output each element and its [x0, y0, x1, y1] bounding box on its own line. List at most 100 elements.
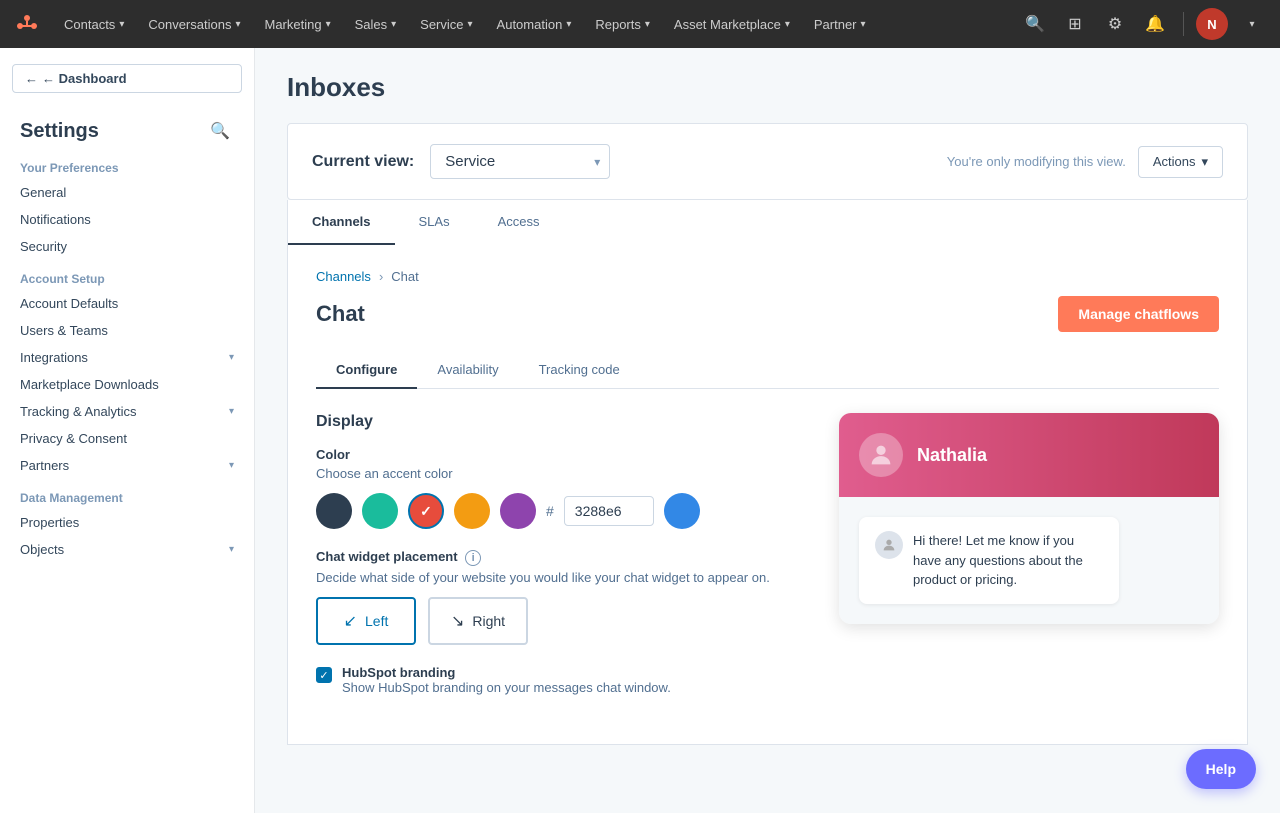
- tab-access[interactable]: Access: [474, 200, 564, 245]
- color-label: Color: [316, 447, 799, 462]
- breadcrumb-current: Chat: [391, 269, 418, 284]
- branding-row: HubSpot branding Show HubSpot branding o…: [316, 665, 799, 695]
- nav-reports[interactable]: Reports ▾: [585, 13, 660, 36]
- placement-info-icon[interactable]: i: [465, 550, 481, 566]
- sidebar-header: Settings 🔍: [0, 109, 254, 149]
- sub-tab-tracking-code[interactable]: Tracking code: [519, 352, 640, 389]
- nav-conversations[interactable]: Conversations ▾: [138, 13, 250, 36]
- app-layout: ← ← Dashboard Settings 🔍 Your Preference…: [0, 48, 1280, 813]
- chat-preview: Nathalia Hi there! Let me kno: [839, 413, 1219, 624]
- breadcrumb-channels[interactable]: Channels: [316, 269, 371, 284]
- actions-button[interactable]: Actions ▾: [1138, 146, 1223, 178]
- main-content: Inboxes Current view: Service Sales Supp…: [255, 48, 1280, 813]
- view-select-wrapper: Service Sales Support ▾: [430, 144, 610, 179]
- modifying-note: You're only modifying this view.: [947, 154, 1126, 169]
- chat-title: Chat: [316, 301, 365, 327]
- nav-marketing[interactable]: Marketing ▾: [254, 13, 340, 36]
- content-area: Channels › Chat Chat Manage chatflows Co…: [287, 245, 1248, 745]
- sub-tab-availability[interactable]: Availability: [417, 352, 518, 389]
- sidebar-item-general[interactable]: General: [0, 179, 254, 206]
- breadcrumb-separator: ›: [379, 269, 383, 284]
- swatch-red[interactable]: [408, 493, 444, 529]
- sidebar-item-privacy-consent[interactable]: Privacy & Consent: [0, 425, 254, 452]
- branding-checkbox[interactable]: [316, 667, 332, 683]
- placement-desc: Decide what side of your website you wou…: [316, 570, 799, 585]
- sidebar-item-objects[interactable]: Objects ▾: [0, 536, 254, 563]
- tab-slas[interactable]: SLAs: [395, 200, 474, 245]
- preview-agent-name: Nathalia: [917, 445, 987, 466]
- sidebar-item-users-teams[interactable]: Users & Teams: [0, 317, 254, 344]
- nav-asset-marketplace[interactable]: Asset Marketplace ▾: [664, 13, 800, 36]
- chevron-down-icon: ▾: [391, 19, 396, 30]
- placement-left-button[interactable]: ↙ Left: [316, 597, 416, 645]
- settings-icon[interactable]: ⚙: [1099, 8, 1131, 40]
- dashboard-button[interactable]: ← ← Dashboard: [12, 64, 242, 93]
- section-your-preferences: Your Preferences: [0, 149, 254, 179]
- sidebar-item-account-defaults[interactable]: Account Defaults: [0, 290, 254, 317]
- sidebar-item-tracking-analytics[interactable]: Tracking & Analytics ▾: [0, 398, 254, 425]
- sidebar-item-notifications[interactable]: Notifications: [0, 206, 254, 233]
- nav-sales[interactable]: Sales ▾: [345, 13, 407, 36]
- placement-label: Chat widget placement i: [316, 549, 799, 566]
- account-chevron-icon[interactable]: ▾: [1236, 8, 1268, 40]
- help-button[interactable]: Help: [1186, 749, 1256, 789]
- chevron-down-icon: ▾: [785, 19, 790, 30]
- sidebar-item-integrations[interactable]: Integrations ▾: [0, 344, 254, 371]
- color-preview-swatch[interactable]: [664, 493, 700, 529]
- user-avatar[interactable]: N: [1196, 8, 1228, 40]
- chat-preview-panel: Nathalia Hi there! Let me kno: [839, 413, 1219, 695]
- swatch-purple[interactable]: [500, 493, 536, 529]
- placement-left-icon: ↙: [344, 611, 357, 631]
- chat-header: Chat Manage chatflows: [316, 296, 1219, 332]
- sidebar-item-marketplace-downloads[interactable]: Marketplace Downloads: [0, 371, 254, 398]
- placement-right-button[interactable]: ↘ Right: [428, 597, 528, 645]
- sidebar-item-properties[interactable]: Properties: [0, 509, 254, 536]
- nav-contacts[interactable]: Contacts ▾: [54, 13, 134, 36]
- preview-avatar: [859, 433, 903, 477]
- sub-tab-configure[interactable]: Configure: [316, 352, 417, 389]
- view-select[interactable]: Service Sales Support: [430, 144, 610, 179]
- hubspot-logo[interactable]: [12, 9, 42, 39]
- swatch-orange[interactable]: [454, 493, 490, 529]
- chevron-down-icon: ▾: [566, 19, 571, 30]
- chevron-down-icon: ▾: [326, 19, 331, 30]
- nav-right-actions: 🔍 ⊞ ⚙ 🔔 N ▾: [1019, 8, 1268, 40]
- chat-sub-tabs: Configure Availability Tracking code: [316, 352, 1219, 389]
- sidebar: ← ← Dashboard Settings 🔍 Your Preference…: [0, 48, 255, 813]
- breadcrumb: Channels › Chat: [316, 269, 1219, 284]
- section-data-management: Data Management: [0, 479, 254, 509]
- nav-automation[interactable]: Automation ▾: [487, 13, 582, 36]
- nav-service[interactable]: Service ▾: [410, 13, 482, 36]
- configure-left: Display Color Choose an accent color #: [316, 413, 799, 695]
- section-account-setup: Account Setup: [0, 260, 254, 290]
- current-view-label: Current view:: [312, 153, 414, 171]
- chevron-icon: ▾: [229, 460, 234, 471]
- chat-bubble: Hi there! Let me know if you have any qu…: [859, 517, 1119, 604]
- configure-layout: Display Color Choose an accent color #: [316, 413, 1219, 695]
- chevron-down-icon: ▾: [119, 19, 124, 30]
- tab-channels[interactable]: Channels: [288, 200, 395, 245]
- dashboard-nav: ← ← Dashboard: [12, 64, 242, 93]
- current-view-card: Current view: Service Sales Support ▾ Yo…: [287, 123, 1248, 200]
- sidebar-title: Settings: [20, 120, 99, 143]
- sidebar-item-partners[interactable]: Partners ▾: [0, 452, 254, 479]
- placement-options: ↙ Left ↘ Right: [316, 597, 799, 645]
- bubble-avatar: [875, 531, 903, 559]
- actions-chevron-icon: ▾: [1201, 154, 1208, 170]
- swatch-teal[interactable]: [362, 493, 398, 529]
- swatch-dark-blue[interactable]: [316, 493, 352, 529]
- color-swatches-row: #: [316, 493, 799, 529]
- marketplace-icon[interactable]: ⊞: [1059, 8, 1091, 40]
- sidebar-search-icon[interactable]: 🔍: [206, 117, 234, 145]
- manage-chatflows-button[interactable]: Manage chatflows: [1058, 296, 1219, 332]
- back-arrow-icon: ←: [25, 71, 38, 86]
- nav-partner[interactable]: Partner ▾: [804, 13, 876, 36]
- display-section-title: Display: [316, 413, 799, 431]
- sidebar-item-security[interactable]: Security: [0, 233, 254, 260]
- chevron-down-icon: ▾: [861, 19, 866, 30]
- color-hex-input[interactable]: [564, 496, 654, 526]
- color-hash-symbol: #: [546, 503, 554, 519]
- search-icon[interactable]: 🔍: [1019, 8, 1051, 40]
- top-navigation: Contacts ▾ Conversations ▾ Marketing ▾ S…: [0, 0, 1280, 48]
- notifications-icon[interactable]: 🔔: [1139, 8, 1171, 40]
